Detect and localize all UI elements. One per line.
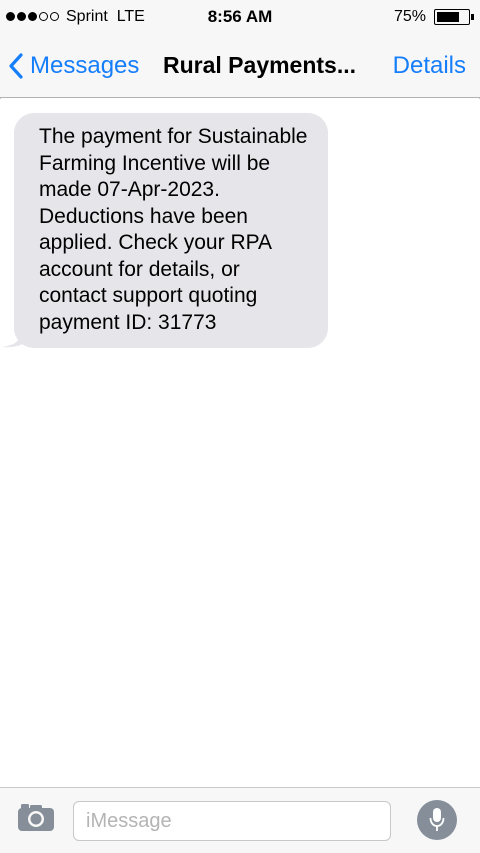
navigation-bar: Messages Rural Payments... Details <box>0 34 480 98</box>
chevron-left-icon <box>9 53 23 79</box>
battery-level-fill <box>437 12 459 22</box>
incoming-message[interactable]: The payment for Sustainable Farming Ince… <box>2 113 328 348</box>
details-button[interactable]: Details <box>393 52 466 80</box>
bubble-tail <box>2 328 26 348</box>
message-input-bar <box>0 787 480 853</box>
camera-icon <box>18 804 54 831</box>
camera-button[interactable] <box>17 802 55 837</box>
message-bubble[interactable]: The payment for Sustainable Farming Ince… <box>14 113 328 348</box>
back-to-messages-button[interactable]: Messages <box>8 50 139 82</box>
conversation-title: Rural Payments... <box>163 52 357 78</box>
status-bar: Sprint LTE 8:56 AM 75% <box>0 0 480 34</box>
battery-nub <box>471 14 474 20</box>
message-text: The payment for Sustainable Farming Ince… <box>39 125 308 334</box>
microphone-button[interactable] <box>417 800 457 840</box>
back-button-label: Messages <box>30 52 140 79</box>
message-thread[interactable]: The payment for Sustainable Farming Ince… <box>0 99 480 787</box>
microphone-icon <box>429 808 445 831</box>
imessage-input[interactable] <box>73 801 391 841</box>
battery-percentage: 75% <box>393 8 426 25</box>
battery-icon <box>434 9 470 25</box>
